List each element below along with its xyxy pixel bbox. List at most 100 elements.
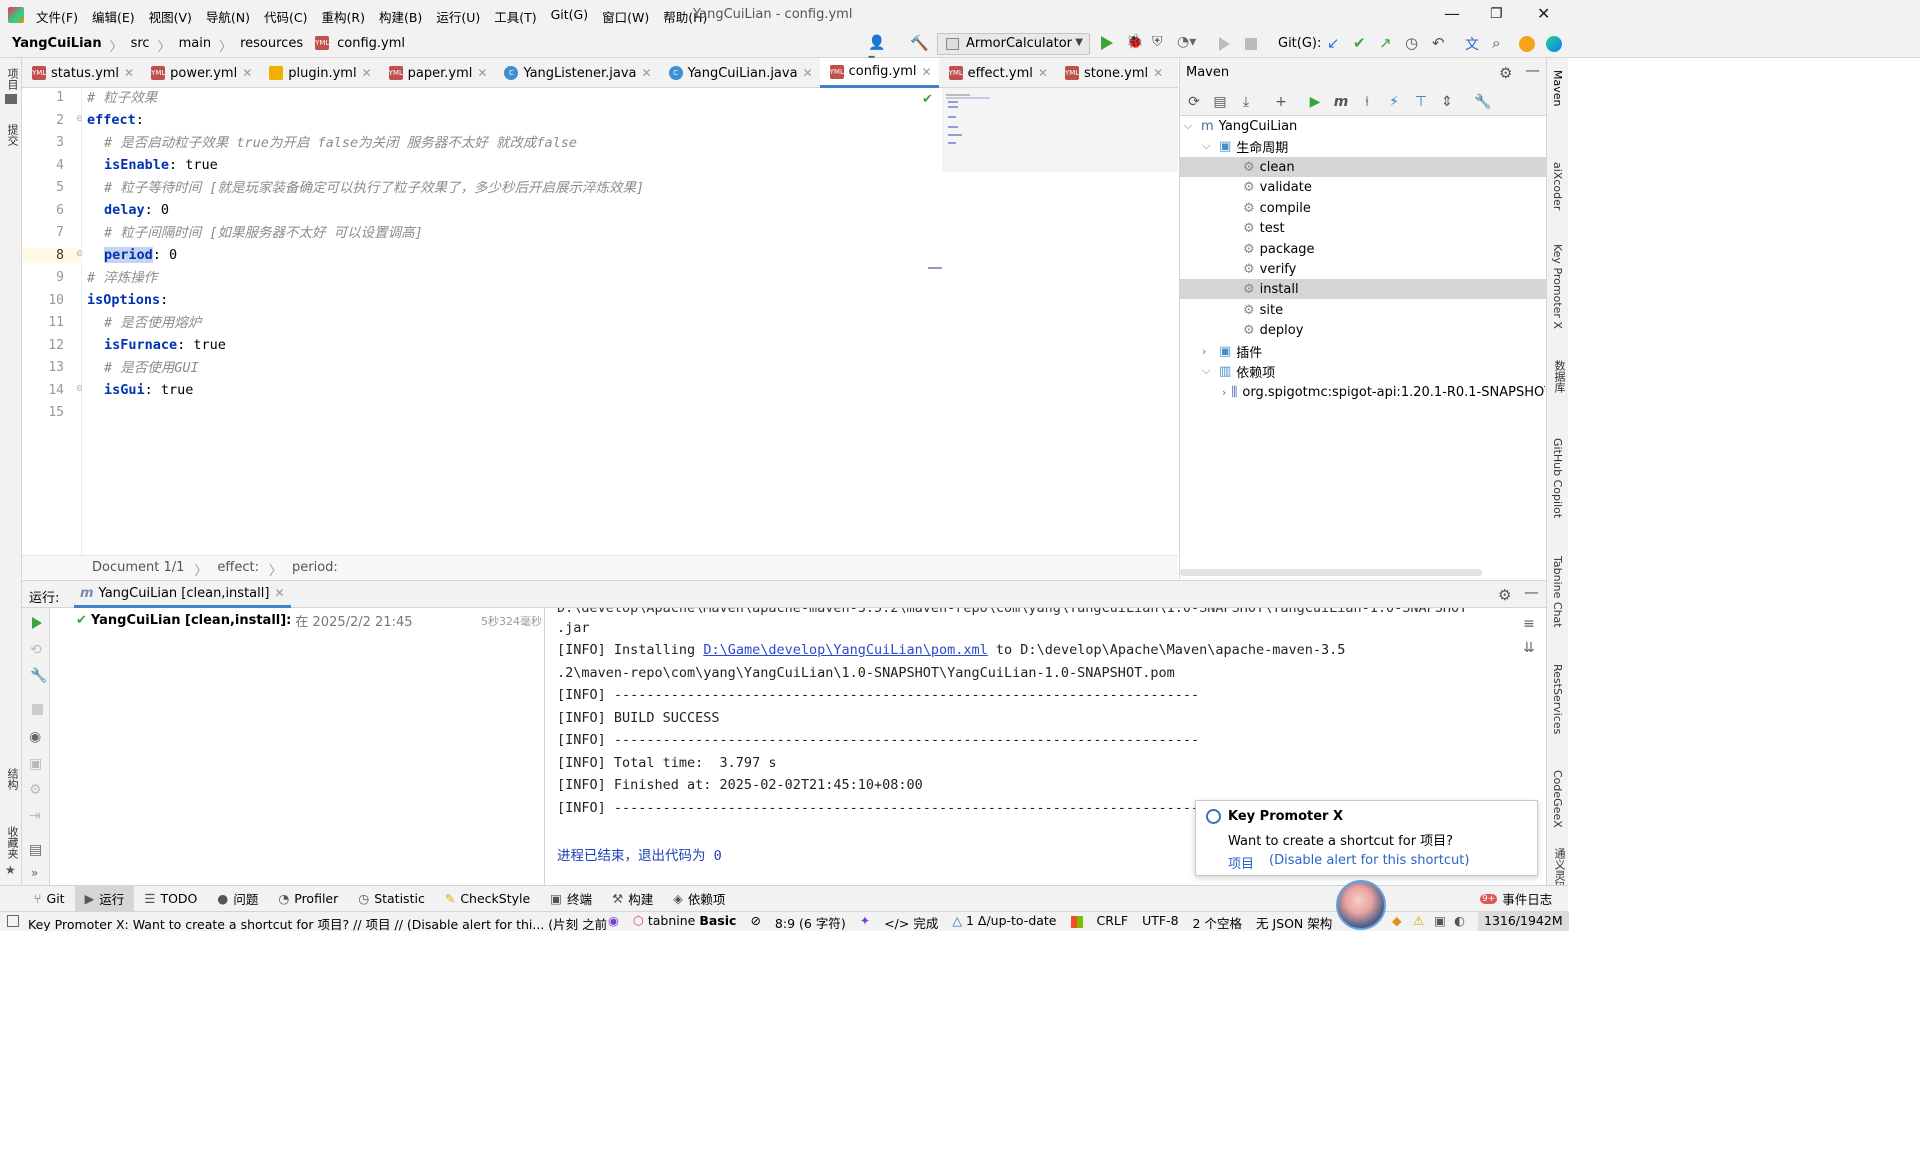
json-schema[interactable]: 无 JSON 架构: [1256, 913, 1332, 932]
wrench-icon[interactable]: 🔧: [1474, 94, 1491, 110]
terminal-small-icon[interactable]: ▣: [1434, 913, 1446, 928]
camera-icon[interactable]: ▣: [29, 756, 42, 772]
close-icon[interactable]: ✕: [642, 66, 652, 80]
rerun-failed-icon[interactable]: ⟲: [30, 642, 42, 658]
close-icon[interactable]: ✕: [242, 66, 252, 80]
tab-stone-yml[interactable]: YML stone.yml ✕: [1055, 58, 1170, 88]
run-maven-icon[interactable]: ▶: [1307, 94, 1323, 110]
show-dependencies-icon[interactable]: ⊤: [1413, 94, 1429, 110]
tabnine-chat-tool-button[interactable]: Tabnine Chat: [1551, 556, 1564, 628]
ai-star-icon[interactable]: ✦: [860, 913, 870, 932]
tab-effect-yml[interactable]: YML effect.yml ✕: [939, 58, 1055, 88]
tab-plugin-yml[interactable]: plugin.yml ✕: [259, 58, 378, 88]
skip-tests-icon[interactable]: ⚡: [1386, 94, 1402, 110]
wrench-icon[interactable]: 🔧: [30, 668, 47, 684]
tab-power-yml[interactable]: YML power.yml ✕: [141, 58, 259, 88]
terminal-tool-button[interactable]: ▣ 终端: [540, 886, 602, 912]
toggle-offline-icon[interactable]: ⫮: [1359, 94, 1375, 110]
maven-tool-button[interactable]: Maven: [1551, 70, 1564, 106]
todo-tool-button[interactable]: ☰ TODO: [134, 886, 207, 912]
tree-phase-site[interactable]: ⚙ site: [1243, 300, 1283, 320]
statistic-tool-button[interactable]: ◷ Statistic: [348, 886, 435, 912]
eye-icon[interactable]: ◉: [29, 729, 41, 745]
run-disabled-icon[interactable]: [1219, 37, 1230, 51]
menu-build[interactable]: 构建(B): [379, 7, 422, 26]
document-indicator[interactable]: Document 1/1: [92, 560, 184, 579]
generate-sources-icon[interactable]: ▤: [1212, 94, 1228, 110]
add-icon[interactable]: +: [1273, 94, 1289, 110]
indent-setting[interactable]: 2 个空格: [1193, 913, 1242, 932]
close-icon[interactable]: ✕: [1038, 66, 1048, 80]
menu-file[interactable]: 文件(F): [36, 7, 78, 26]
close-window-button[interactable]: ✕: [1537, 4, 1550, 23]
copilot-disabled-icon[interactable]: ⊘: [750, 913, 760, 932]
tree-phase-compile[interactable]: ⚙ compile: [1243, 198, 1311, 218]
tree-phase-validate[interactable]: ⚙ validate: [1243, 177, 1312, 197]
search-icon[interactable]: ⌕: [1492, 34, 1506, 52]
problems-tool-button[interactable]: ● 问题: [207, 886, 268, 912]
file-encoding[interactable]: UTF-8: [1142, 913, 1178, 932]
rollback-icon[interactable]: ↶: [1432, 34, 1446, 52]
tab-config-yml[interactable]: YML config.yml ✕: [819, 58, 939, 88]
commit-tool-button[interactable]: 提交: [4, 124, 20, 146]
maximize-button[interactable]: ❐: [1490, 6, 1503, 22]
settings-gear-icon[interactable]: ⚙: [1498, 586, 1511, 604]
aix-icon[interactable]: ◉: [608, 913, 619, 932]
checkstyle-tool-button[interactable]: ✎ CheckStyle: [435, 886, 540, 912]
dependencies-tool-button[interactable]: ◈ 依赖项: [663, 886, 735, 912]
horizontal-scrollbar[interactable]: [1180, 569, 1482, 576]
scroll-to-end-icon[interactable]: ⇊: [1523, 640, 1535, 656]
copilot-tool-button[interactable]: GitHub Copilot: [1551, 438, 1564, 518]
layout-icon[interactable]: ▤: [29, 842, 42, 858]
menu-window[interactable]: 窗口(W): [602, 7, 649, 26]
close-icon[interactable]: ✕: [1153, 66, 1163, 80]
project-tool-button[interactable]: 项目: [4, 68, 20, 90]
avatar[interactable]: [1336, 880, 1386, 930]
tree-phase-package[interactable]: ⚙ package: [1243, 239, 1315, 259]
structure-tool-button[interactable]: 结构: [4, 768, 20, 790]
tab-yanglistener-java[interactable]: C YangListener.java ✕: [494, 58, 658, 88]
lock-icon[interactable]: ◐: [1454, 913, 1465, 928]
codegeex-status[interactable]: </> 完成: [884, 913, 938, 932]
run-configuration-select[interactable]: ArmorCalculator ▼: [937, 33, 1090, 55]
tree-phase-clean[interactable]: ⚙ clean: [1180, 157, 1546, 177]
tab-paper-yml[interactable]: YML paper.yml ✕: [379, 58, 495, 88]
soft-wrap-icon[interactable]: ≡: [1523, 616, 1535, 632]
menu-git[interactable]: Git(G): [551, 7, 589, 26]
settings-gear-icon[interactable]: ⚙: [1499, 64, 1512, 82]
tree-phase-verify[interactable]: ⚙ verify: [1243, 259, 1296, 279]
git-commit-icon[interactable]: ✔: [1353, 34, 1367, 52]
tree-dependencies[interactable]: ⌵ ▥ 依赖项: [1202, 361, 1275, 381]
notification-action-disable[interactable]: (Disable alert for this shortcut): [1269, 853, 1469, 868]
menu-code[interactable]: 代码(C): [264, 7, 307, 26]
menu-navigate[interactable]: 导航(N): [206, 7, 250, 26]
hide-panel-icon[interactable]: —: [1525, 61, 1540, 79]
more-icon[interactable]: »: [31, 866, 38, 880]
user-account-icon[interactable]: 👤▾: [868, 35, 892, 67]
tabnine-widget[interactable]: ⬡ tabnine Basic: [633, 913, 737, 932]
close-icon[interactable]: ✕: [362, 66, 372, 80]
toolbox-icon[interactable]: [1546, 36, 1562, 52]
run-result-item[interactable]: ✔ YangCuiLian [clean,install]: 在 2025/2/…: [76, 611, 413, 630]
memory-indicator[interactable]: 1316/1942M: [1478, 912, 1569, 931]
hide-panel-icon[interactable]: —: [1524, 583, 1539, 601]
tool-windows-icon[interactable]: [7, 915, 19, 927]
history-icon[interactable]: ◷: [1405, 34, 1419, 52]
run-tool-button[interactable]: ▶ 运行: [74, 885, 135, 912]
build-hammer-icon[interactable]: 🔨: [910, 34, 929, 52]
breadcrumb-resources[interactable]: resources: [240, 36, 303, 55]
build-tool-button[interactable]: ⚒ 构建: [602, 886, 663, 912]
git-tool-button[interactable]: ⑂ Git: [0, 886, 75, 912]
close-icon[interactable]: ✕: [477, 66, 487, 80]
reload-icon[interactable]: ⟳: [1186, 94, 1202, 110]
stop-icon[interactable]: [32, 704, 43, 715]
favorites-tool-button[interactable]: 收藏夹: [4, 826, 20, 859]
menu-view[interactable]: 视图(V): [149, 7, 192, 26]
menu-run[interactable]: 运行(U): [436, 7, 480, 26]
breadcrumb-file[interactable]: config.yml: [337, 36, 405, 55]
menu-tools[interactable]: 工具(T): [494, 7, 536, 26]
breadcrumb-main[interactable]: main: [179, 36, 211, 55]
code-minimap[interactable]: [942, 88, 1178, 172]
warning-icon[interactable]: ⚠: [1413, 913, 1424, 928]
menu-refactor[interactable]: 重构(R): [322, 7, 365, 26]
